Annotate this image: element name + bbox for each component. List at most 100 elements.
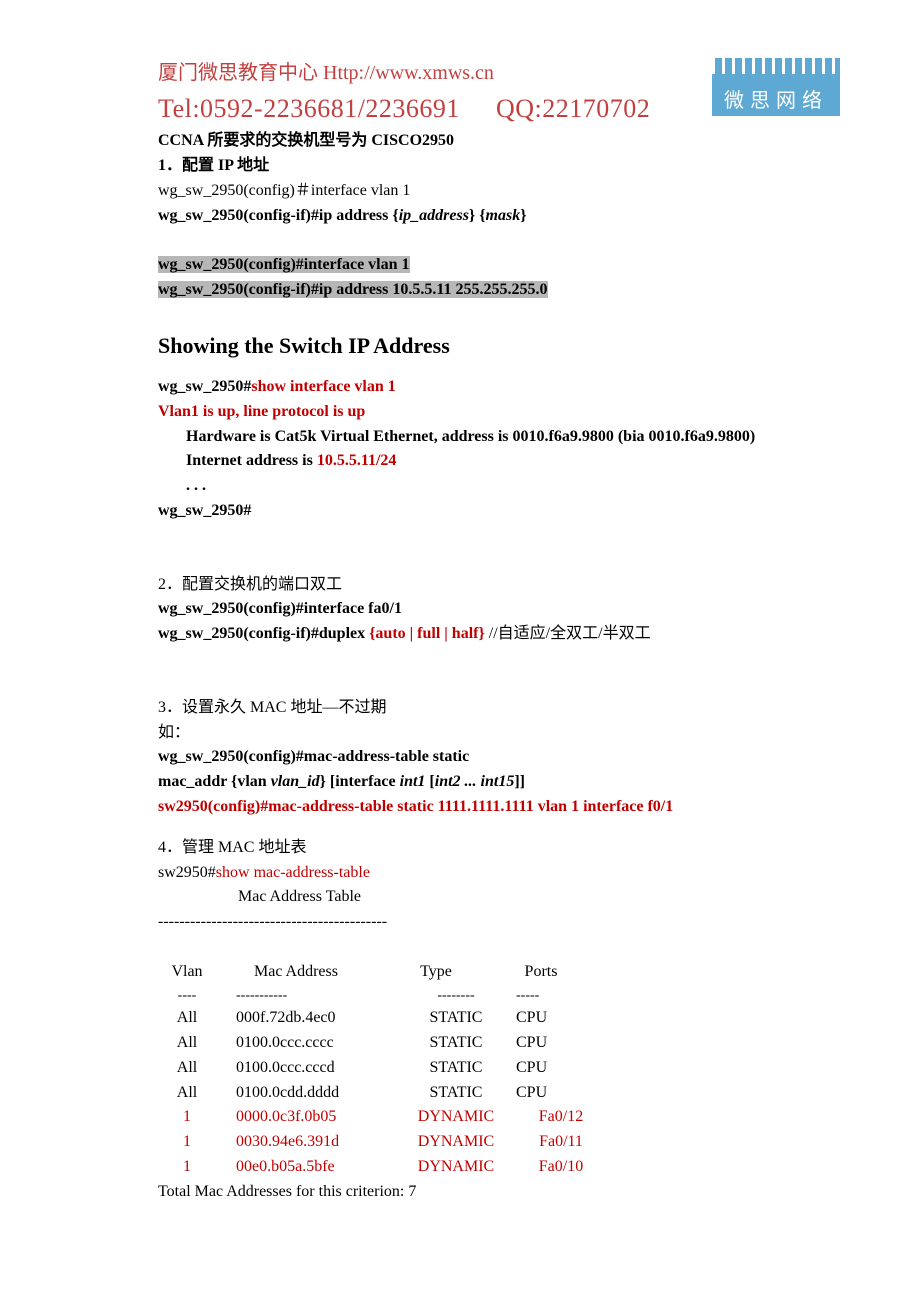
logo: 微思网络 <box>712 58 840 116</box>
text: wg_sw_2950(config-if)#ip address { <box>158 207 399 224</box>
cmd-example: sw2950(config)#mac-address-table static … <box>158 795 840 820</box>
tel: Tel:0592-2236681/2236691 <box>158 94 460 123</box>
cell-ports: Fa0/10 <box>516 1155 606 1180</box>
text: } [interface <box>320 773 400 790</box>
text: Internet address is <box>186 452 317 469</box>
cell-vlan: All <box>158 1056 216 1081</box>
cell-vlan: All <box>158 1081 216 1106</box>
table-header-divider: ---- ----------- -------- ----- <box>158 985 840 1007</box>
cell-mac: 0100.0ccc.cccd <box>216 1056 396 1081</box>
mac-address-table: Vlan Mac Address Type Ports ---- -------… <box>158 960 840 1180</box>
output-line: Internet address is 10.5.5.11/24 <box>158 449 840 474</box>
text: wg_sw_2950(config)#interface vlan 1 <box>158 256 410 273</box>
highlighted-cmd: wg_sw_2950(config)#interface vlan 1 <box>158 253 840 278</box>
cell-vlan: All <box>158 1031 216 1056</box>
cmd-line: wg_sw_2950(config-if)#duplex {auto | ful… <box>158 622 840 647</box>
header-text: 厦门微思教育中心 Http://www.xmws.cn Tel:0592-223… <box>158 58 650 129</box>
output-line: Vlan1 is up, line protocol is up <box>158 400 840 425</box>
cell-ports: Fa0/11 <box>516 1130 606 1155</box>
qq: QQ:22170702 <box>496 94 650 123</box>
dash: ---- <box>158 985 216 1007</box>
logo-text: 微思网络 <box>724 90 828 112</box>
cell-mac: 00e0.b05a.5bfe <box>216 1155 396 1180</box>
table-body: All000f.72db.4ec0STATICCPUAll0100.0ccc.c… <box>158 1006 840 1180</box>
header-line1: 厦门微思教育中心 Http://www.xmws.cn <box>158 58 650 89</box>
section3: 3．设置永久 MAC 地址—不过期 如： wg_sw_2950(config)#… <box>158 671 840 820</box>
cmd-line: wg_sw_2950(config)#mac-address-table sta… <box>158 745 840 770</box>
text: —不过期 <box>322 699 386 716</box>
org-url: Http://www.xmws.cn <box>323 62 494 84</box>
cmd-line: mac_addr {vlan vlan_id} [interface int1 … <box>158 770 840 795</box>
cell-type: STATIC <box>396 1081 516 1106</box>
command: show mac-address-table <box>216 864 370 881</box>
cell-mac: 000f.72db.4ec0 <box>216 1006 396 1031</box>
section3-title: 3．设置永久 MAC 地址—不过期 <box>158 696 840 721</box>
logo-decoration <box>712 58 840 74</box>
ip-address: 10.5.5.11/24 <box>317 452 397 469</box>
param: int2 ... int15 <box>435 773 515 790</box>
output-line: Hardware is Cat5k Virtual Ethernet, addr… <box>158 425 840 450</box>
highlighted-cmd: wg_sw_2950(config-if)#ip address 10.5.5.… <box>158 278 840 303</box>
cell-mac: 0100.0ccc.cccc <box>216 1031 396 1056</box>
text: 3．设置永久 MAC 地址 <box>158 699 322 716</box>
ellipsis: . . . <box>158 474 840 499</box>
prompt: wg_sw_2950# <box>158 378 251 395</box>
cell-ports: CPU <box>516 1081 606 1106</box>
col-ports: Ports <box>496 960 586 985</box>
text: mac_addr {vlan <box>158 773 271 790</box>
table-row: All000f.72db.4ec0STATICCPU <box>158 1006 840 1031</box>
cell-vlan: 1 <box>158 1130 216 1155</box>
page-header: 厦门微思教育中心 Http://www.xmws.cn Tel:0592-223… <box>158 58 840 129</box>
cell-type: DYNAMIC <box>396 1130 516 1155</box>
table-row: 100e0.b05a.5bfeDYNAMICFa0/10 <box>158 1155 840 1180</box>
cmd-line: wg_sw_2950(config-if)#ip address {ip_add… <box>158 204 840 229</box>
section-heading: Showing the Switch IP Address <box>158 329 840 363</box>
text: 如： <box>158 721 840 746</box>
param: vlan_id <box>271 773 320 790</box>
command: show interface vlan 1 <box>251 378 395 395</box>
cell-type: DYNAMIC <box>396 1105 516 1130</box>
dash: -------- <box>396 985 516 1007</box>
text: } <box>520 207 526 224</box>
cell-ports: CPU <box>516 1056 606 1081</box>
section1-title: 1．配置 IP 地址 <box>158 154 840 179</box>
prompt: sw2950# <box>158 864 216 881</box>
table-header: Vlan Mac Address Type Ports <box>158 960 840 985</box>
options: {auto | full | half} <box>369 625 489 642</box>
param: mask <box>486 207 521 224</box>
text: } { <box>469 207 486 224</box>
param: int1 <box>400 773 430 790</box>
cell-mac: 0100.0cdd.dddd <box>216 1081 396 1106</box>
cmd-line: sw2950#show mac-address-table <box>158 861 840 886</box>
table-row: 10000.0c3f.0b05DYNAMICFa0/12 <box>158 1105 840 1130</box>
table-title: Mac Address Table <box>158 885 840 910</box>
text: ]] <box>514 773 525 790</box>
cell-vlan: All <box>158 1006 216 1031</box>
col-type: Type <box>376 960 496 985</box>
cell-ports: CPU <box>516 1031 606 1056</box>
intro-title: CCNA 所要求的交换机型号为 CISCO2950 <box>158 129 840 154</box>
cmd-line: wg_sw_2950(config)＃interface vlan 1 <box>158 179 840 204</box>
cell-mac: 0000.0c3f.0b05 <box>216 1105 396 1130</box>
comment: //自适应/全双工/半双工 <box>489 625 651 642</box>
prompt: wg_sw_2950# <box>158 499 840 524</box>
section4: 4．管理 MAC 地址表 sw2950#show mac-address-tab… <box>158 836 840 1205</box>
cell-mac: 0030.94e6.391d <box>216 1130 396 1155</box>
cmd-line: wg_sw_2950(config)#interface fa0/1 <box>158 597 840 622</box>
table-row: All0100.0ccc.cccdSTATICCPU <box>158 1056 840 1081</box>
col-vlan: Vlan <box>158 960 216 985</box>
table-footer: Total Mac Addresses for this criterion: … <box>158 1180 840 1205</box>
cell-type: STATIC <box>396 1031 516 1056</box>
org-name: 厦门微思教育中心 <box>158 62 318 84</box>
text: wg_sw_2950(config-if)#ip address 10.5.5.… <box>158 281 548 298</box>
document-page: 厦门微思教育中心 Http://www.xmws.cn Tel:0592-223… <box>0 0 920 1265</box>
cell-vlan: 1 <box>158 1155 216 1180</box>
cell-ports: CPU <box>516 1006 606 1031</box>
table-row: All0100.0cdd.ddddSTATICCPU <box>158 1081 840 1106</box>
cmd-line: wg_sw_2950#show interface vlan 1 <box>158 375 840 400</box>
section2-title: 2．配置交换机的端口双工 <box>158 573 840 598</box>
dash: ----- <box>516 985 606 1007</box>
text: wg_sw_2950(config-if)#duplex <box>158 625 369 642</box>
param: ip_address <box>399 207 469 224</box>
cell-vlan: 1 <box>158 1105 216 1130</box>
